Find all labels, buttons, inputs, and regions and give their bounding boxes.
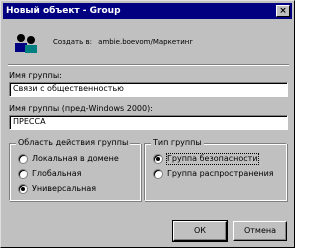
create-in-path: ambie.boevom/Маркетинг (98, 38, 194, 46)
group-name-label: Имя группы: (9, 71, 62, 80)
group-type-box: Тип группы Группа безопасности Группа ра… (144, 138, 287, 201)
group-name-field[interactable]: Связи с общественностью (9, 82, 288, 97)
group-type-legend: Тип группы (151, 138, 204, 148)
radio-button-selected[interactable] (18, 184, 28, 194)
group-scope-legend: Область действия группы (16, 138, 131, 148)
users-icon (15, 34, 37, 53)
radio-button-selected[interactable] (153, 154, 163, 164)
radio-dot (21, 187, 25, 191)
close-button[interactable]: × (276, 5, 290, 17)
scope-option-label: Универсальная (32, 184, 97, 193)
radio-dot (156, 157, 160, 161)
radio-button[interactable] (18, 169, 28, 179)
title-bar[interactable]: Новый объект - Group × (3, 3, 292, 19)
group-scope-box: Область действия группы Локальная в доме… (9, 138, 141, 201)
type-option-label: Группа распространения (167, 169, 274, 178)
create-in-label: Создать в: (53, 38, 92, 46)
separator (8, 64, 289, 66)
scope-option-label: Локальная в домене (32, 154, 119, 163)
radio-button[interactable] (153, 169, 163, 179)
cancel-button[interactable]: Отмена (233, 221, 287, 241)
window-title: Новый объект - Group (6, 6, 121, 16)
dialog-window: Новый объект - Group × Создать в: ambie.… (0, 0, 295, 248)
ok-button[interactable]: ОК (172, 220, 228, 242)
group-name-pre2000-label: Имя группы (пред-Windows 2000): (9, 104, 153, 113)
group-name-pre2000-field[interactable]: ПРЕССА (9, 115, 288, 130)
create-in-text: Создать в: ambie.boevom/Маркетинг (53, 38, 193, 46)
type-option-label: Группа безопасности (166, 153, 259, 165)
scope-option-label: Глобальная (32, 169, 82, 178)
radio-button[interactable] (18, 154, 28, 164)
